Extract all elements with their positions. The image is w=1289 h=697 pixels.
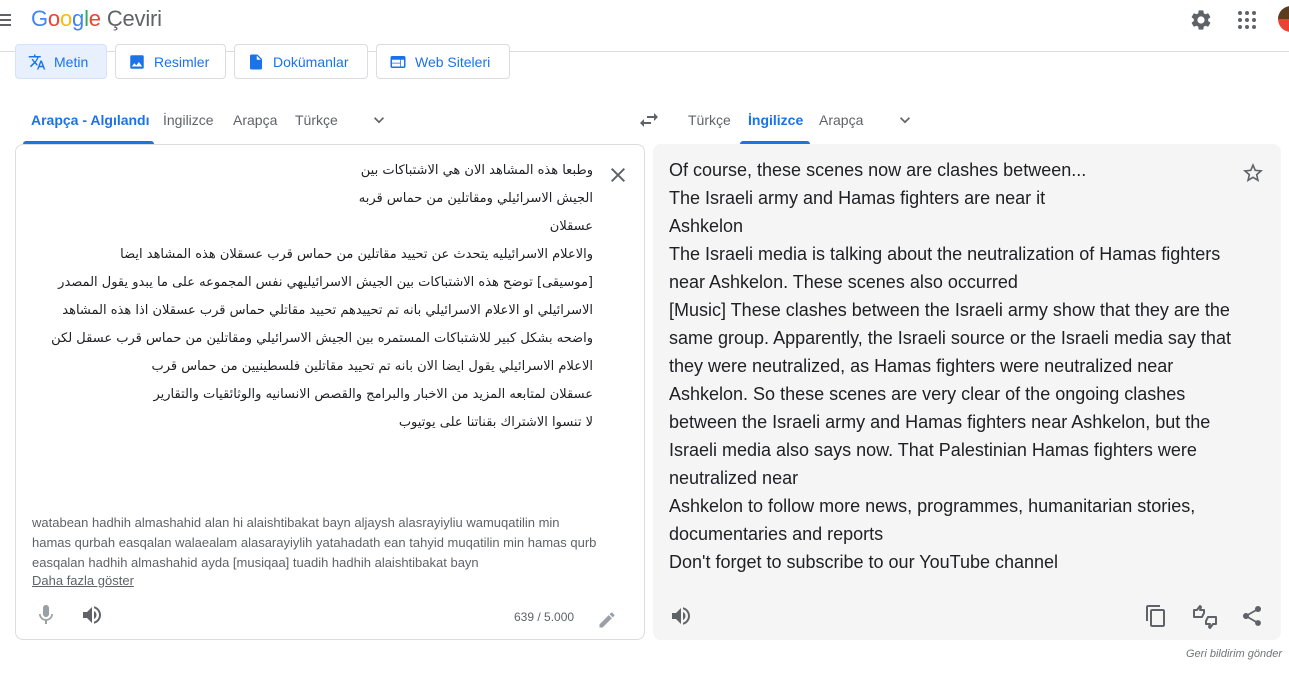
microphone-icon[interactable] (34, 603, 58, 627)
logo-letter: e (88, 6, 101, 31)
source-line: عسقلان لمتابعه المزيد من الاخبار والبرام… (153, 387, 593, 402)
pencil-edit-icon[interactable] (597, 610, 617, 630)
translation-line: Don't forget to subscribe to our YouTube… (669, 552, 1059, 572)
menu-icon[interactable] (0, 11, 14, 31)
avatar[interactable] (1278, 6, 1289, 32)
source-line: الاعلام الاسرائيلي يقول ايضا الان بانه ت… (151, 359, 593, 374)
source-text-panel: وطبعا هذه المشاهد الان هي الاشتباكات بين… (15, 144, 645, 640)
source-line: عسقلان (549, 219, 593, 234)
source-lang-tab-turkish[interactable]: Türkçe (295, 112, 338, 128)
show-more-link[interactable]: Daha fazla göster (32, 573, 134, 588)
web-icon (390, 55, 406, 68)
target-speaker-icon[interactable] (669, 604, 693, 628)
source-line: والاعلام الاسرائيليه يتحدث عن تحييد مقات… (120, 247, 593, 262)
source-line: الاسرائيلي او الاعلام الاسرائيلي بانه تم… (62, 303, 593, 318)
source-line: الجيش الاسرائيلي ومقاتلين من حماس قربه (358, 191, 593, 206)
share-icon[interactable] (1240, 604, 1264, 628)
translation-line: between the Israeli army and Hamas fight… (669, 412, 1211, 432)
source-textarea[interactable]: وطبعا هذه المشاهد الان هي الاشتباكات بين… (32, 157, 593, 437)
send-feedback-link[interactable]: Geri bildirim gönder (1186, 648, 1282, 660)
clear-text-close-icon[interactable] (606, 163, 630, 187)
target-lang-chevron-down-icon[interactable] (895, 110, 915, 130)
apps-grid-icon[interactable] (1235, 8, 1259, 32)
translation-line: Of course, these scenes now are clashes … (669, 160, 1087, 180)
product-name: Çeviri (106, 6, 162, 31)
target-lang-tab-arabic[interactable]: Arapça (819, 112, 863, 128)
target-lang-tab-turkish[interactable]: Türkçe (688, 112, 731, 128)
save-star-icon[interactable] (1241, 161, 1265, 185)
transliteration-text: watabean hadhih almashahid alan hi alais… (32, 515, 597, 570)
source-lang-tab-detected[interactable]: Arapça - Algılandı (31, 112, 150, 128)
mode-documents-button[interactable]: Dokümanlar (234, 44, 368, 79)
translation-line: Ashkelon (669, 216, 744, 236)
source-line: وطبعا هذه المشاهد الان هي الاشتباكات بين (360, 163, 593, 178)
translation-line: The Israeli media is talking about the n… (669, 244, 1221, 264)
source-lang-tab-english[interactable]: İngilizce (163, 112, 214, 128)
document-icon (250, 54, 262, 69)
image-icon (130, 54, 144, 69)
translation-line: Ashkelon. So these scenes are very clear… (669, 384, 1186, 404)
mode-text-button[interactable]: Metin (15, 44, 107, 79)
source-lang-chevron-down-icon[interactable] (369, 110, 389, 130)
mode-label: Metin (54, 53, 89, 70)
copy-translation-icon[interactable] (1144, 604, 1168, 628)
translation-line: [Music] These clashes between the Israel… (669, 300, 1230, 320)
translation-line: Israeli media also says now. That Palest… (669, 440, 1197, 460)
settings-gear-icon[interactable] (1189, 8, 1213, 32)
mode-label: Web Siteleri (415, 53, 491, 70)
character-count: 639 / 5.000 (514, 610, 575, 624)
rate-translation-icon[interactable] (1192, 604, 1218, 630)
logo-letter: o (59, 6, 73, 31)
translation-text: Of course, these scenes now are clashes … (669, 156, 1235, 576)
logo-letter: g (72, 6, 85, 31)
logo-letter: G (31, 6, 48, 31)
translation-output-panel: Of course, these scenes now are clashes … (653, 144, 1281, 640)
translation-line: they were neutralized, as Hamas fighters… (669, 356, 1174, 376)
translation-line: documentaries and reports (669, 524, 884, 544)
translation-line: near Ashkelon. These scenes also occurre… (669, 272, 1018, 292)
source-line: لا تنسوا الاشتراك بقناتنا على يوتيوب (398, 415, 593, 430)
mode-websites-button[interactable]: Web Siteleri (376, 44, 510, 79)
source-line: واضحه بشكل كبير للاشتباكات المستمره بين … (51, 331, 593, 346)
app-logo[interactable]: Google Çeviri (31, 6, 162, 32)
source-speaker-icon[interactable] (80, 603, 104, 627)
translation-line: The Israeli army and Hamas fighters are … (669, 188, 1046, 208)
mode-images-button[interactable]: Resimler (115, 44, 226, 79)
source-line: [موسيقى] توضح هذه الاشتباكات بين الجيش ا… (58, 275, 593, 290)
target-lang-tab-english[interactable]: İngilizce (748, 112, 803, 128)
translation-line: same group. Apparently, the Israeli sour… (669, 328, 1231, 348)
translate-icon (28, 54, 46, 69)
source-lang-tab-arabic[interactable]: Arapça (233, 112, 277, 128)
mode-label: Dokümanlar (273, 53, 349, 70)
mode-label: Resimler (154, 53, 210, 70)
logo-letter: o (47, 6, 60, 31)
swap-languages-icon[interactable] (637, 108, 661, 132)
translation-line: neutralized near (669, 468, 799, 488)
translation-line: Ashkelon to follow more news, programmes… (669, 496, 1196, 516)
